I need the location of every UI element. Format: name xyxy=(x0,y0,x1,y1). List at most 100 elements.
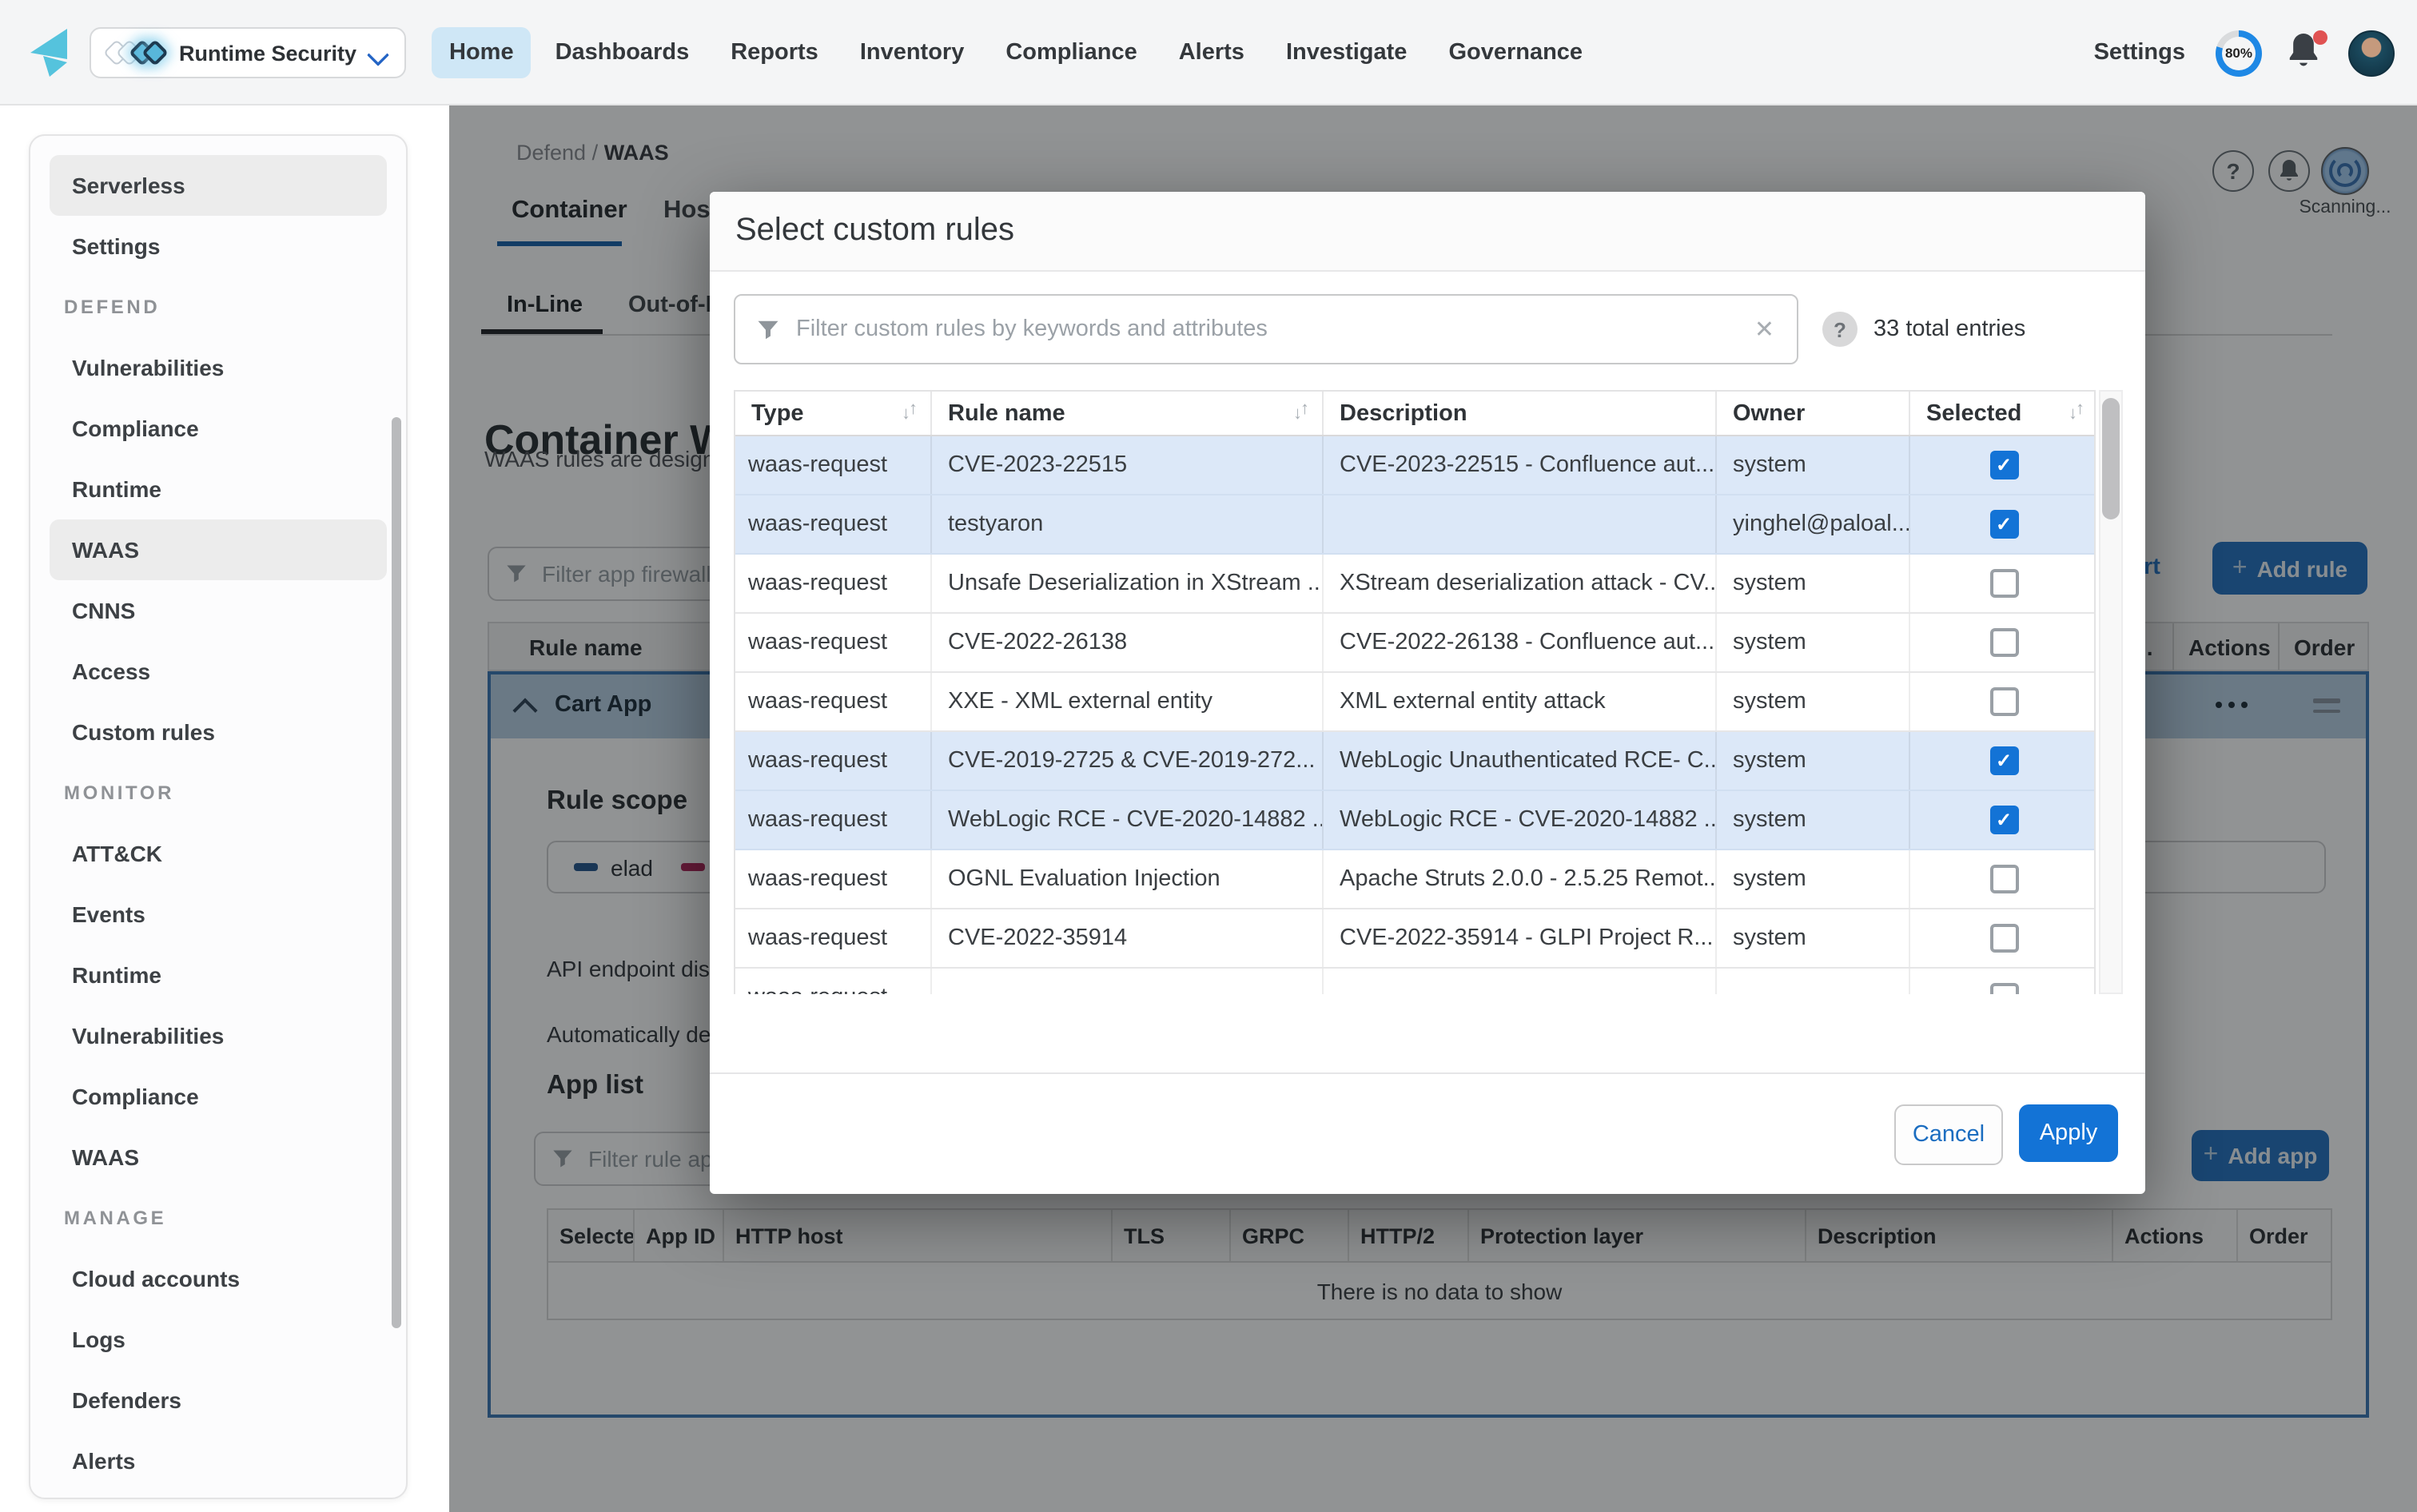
sidebar-scrollbar[interactable] xyxy=(392,417,401,1328)
modal-col-owner: Owner xyxy=(1717,392,1910,435)
cell-description: WebLogic RCE - CVE-2020-14882 ... xyxy=(1324,791,1717,849)
modal-col-description: Description xyxy=(1324,392,1717,435)
footer-divider xyxy=(710,1072,2145,1074)
sidebar-item-runtime[interactable]: Runtime xyxy=(50,459,387,519)
custom-rule-row[interactable]: waas-requesttestyaronyinghel@paloal...✓ xyxy=(735,495,2094,555)
cancel-button[interactable]: Cancel xyxy=(1894,1104,2003,1165)
sidebar-item-runtime[interactable]: Runtime xyxy=(50,945,387,1005)
credits-percent: 80% xyxy=(2222,36,2256,70)
custom-rule-row[interactable]: waas-requestCVE-2022-35914CVE-2022-35914… xyxy=(735,909,2094,969)
total-entries-count: 33 total entries xyxy=(1873,316,2025,342)
cell-type: waas-request xyxy=(735,791,932,849)
cell-owner xyxy=(1717,969,1910,994)
modal-title: Select custom rules xyxy=(735,213,1014,249)
cell-description: CVE-2022-26138 - Confluence aut... xyxy=(1324,614,1717,671)
sort-icon[interactable]: ↓↑ xyxy=(1293,404,1309,423)
scrollbar-thumb[interactable] xyxy=(2102,398,2120,519)
sidebar-item-defenders[interactable]: Defenders xyxy=(50,1370,387,1430)
user-avatar[interactable] xyxy=(2348,30,2395,76)
sort-icon[interactable]: ↓↑ xyxy=(902,404,918,423)
settings-link[interactable]: Settings xyxy=(2094,40,2185,66)
sidebar-item-vulnerabilities[interactable]: Vulnerabilities xyxy=(50,337,387,398)
top-navbar: Runtime Security HomeDashboardsReportsIn… xyxy=(0,0,2417,105)
clear-filter-icon[interactable]: ✕ xyxy=(1754,315,1774,344)
sidebar-item-events[interactable]: Events xyxy=(50,884,387,945)
checkbox-checked[interactable]: ✓ xyxy=(1989,806,2018,834)
custom-rule-row[interactable]: waas-requestWebLogic RCE - CVE-2020-1488… xyxy=(735,791,2094,850)
sidebar-item-settings[interactable]: Settings xyxy=(50,216,387,277)
nav-link-dashboards[interactable]: Dashboards xyxy=(538,27,707,78)
sort-icon[interactable]: ↓↑ xyxy=(2069,404,2085,423)
sidebar-item-compliance[interactable]: Compliance xyxy=(50,398,387,459)
cell-owner: system xyxy=(1717,732,1910,790)
cell-owner: system xyxy=(1717,850,1910,908)
cell-type: waas-request xyxy=(735,850,932,908)
custom-rule-row[interactable]: waas-requestOGNL Evaluation InjectionApa… xyxy=(735,850,2094,909)
funnel-icon xyxy=(756,317,780,341)
sidebar-item-cloud-accounts[interactable]: Cloud accounts xyxy=(50,1248,387,1309)
sidebar-item-custom-rules[interactable]: Custom rules xyxy=(50,702,387,762)
modal-col-type[interactable]: Type↓↑ xyxy=(735,392,932,435)
cell-type: waas-request xyxy=(735,969,932,994)
cell-owner: system xyxy=(1717,673,1910,730)
modal-header: Select custom rules xyxy=(710,192,2145,272)
sidebar-item-compliance[interactable]: Compliance xyxy=(50,1066,387,1127)
custom-rule-row[interactable]: waas-requestCVE-2023-22515CVE-2023-22515… xyxy=(735,436,2094,495)
modal-col-selected[interactable]: Selected↓↑ xyxy=(1910,392,2096,435)
nav-link-inventory[interactable]: Inventory xyxy=(842,27,982,78)
nav-link-home[interactable]: Home xyxy=(432,27,532,78)
cell-owner: yinghel@paloal... xyxy=(1717,495,1910,553)
checkbox-checked[interactable]: ✓ xyxy=(1989,510,2018,539)
nav-link-reports[interactable]: Reports xyxy=(713,27,836,78)
sidebar-item-waas[interactable]: WAAS xyxy=(50,519,387,580)
cell-description: CVE-2022-35914 - GLPI Project R... xyxy=(1324,909,1717,967)
cell-owner: system xyxy=(1717,614,1910,671)
custom-rule-row[interactable]: waas-requestCVE-2022-26138CVE-2022-26138… xyxy=(735,614,2094,673)
sidebar-item-serverless[interactable]: Serverless xyxy=(50,155,387,216)
cell-rule-name: WebLogic RCE - CVE-2020-14882 ... xyxy=(932,791,1324,849)
cell-description: XML external entity attack xyxy=(1324,673,1717,730)
sidebar-item-cnns[interactable]: CNNS xyxy=(50,580,387,641)
checkbox-unchecked[interactable] xyxy=(1989,569,2018,598)
nav-link-investigate[interactable]: Investigate xyxy=(1268,27,1425,78)
main-nav: HomeDashboardsReportsInventoryCompliance… xyxy=(432,0,1600,105)
sidebar-item-att-ck[interactable]: ATT&CK xyxy=(50,823,387,884)
cell-rule-name: CVE-2022-35914 xyxy=(932,909,1324,967)
product-switcher-label: Runtime Security xyxy=(179,41,356,65)
sidebar-item-logs[interactable]: Logs xyxy=(50,1309,387,1370)
custom-rule-row[interactable]: waas-request xyxy=(735,969,2094,994)
modal-col-rule-name[interactable]: Rule name↓↑ xyxy=(932,392,1324,435)
custom-rules-filter-input[interactable]: Filter custom rules by keywords and attr… xyxy=(734,294,1798,364)
sidebar-item-vulnerabilities[interactable]: Vulnerabilities xyxy=(50,1005,387,1066)
cell-owner: system xyxy=(1717,555,1910,612)
checkbox-unchecked[interactable] xyxy=(1989,924,2018,953)
notifications-button[interactable] xyxy=(2286,32,2324,74)
checkbox-unchecked[interactable] xyxy=(1989,983,2018,994)
nav-link-compliance[interactable]: Compliance xyxy=(988,27,1154,78)
checkbox-checked[interactable]: ✓ xyxy=(1989,451,2018,479)
checkbox-unchecked[interactable] xyxy=(1989,628,2018,657)
nav-link-alerts[interactable]: Alerts xyxy=(1161,27,1262,78)
credits-ring[interactable]: 80% xyxy=(2216,30,2262,76)
cell-rule-name: OGNL Evaluation Injection xyxy=(932,850,1324,908)
checkbox-unchecked[interactable] xyxy=(1989,865,2018,893)
sidebar-item-waas[interactable]: WAAS xyxy=(50,1127,387,1188)
custom-rule-row[interactable]: waas-requestXXE - XML external entityXML… xyxy=(735,673,2094,732)
cell-type: waas-request xyxy=(735,555,932,612)
sidebar-item-alerts[interactable]: Alerts xyxy=(50,1430,387,1491)
table-scrollbar[interactable] xyxy=(2099,390,2123,994)
sidebar-item-access[interactable]: Access xyxy=(50,641,387,702)
cell-owner: system xyxy=(1717,436,1910,494)
apply-button[interactable]: Apply xyxy=(2019,1104,2118,1162)
checkbox-unchecked[interactable] xyxy=(1989,687,2018,716)
nav-link-governance[interactable]: Governance xyxy=(1431,27,1600,78)
custom-rule-row[interactable]: waas-requestUnsafe Deserialization in XS… xyxy=(735,555,2094,614)
prisma-logo-icon xyxy=(29,29,70,77)
sidebar-section-monitor: MONITOR xyxy=(30,762,406,823)
cell-description xyxy=(1324,495,1717,553)
product-switcher-icon xyxy=(107,43,158,62)
help-icon[interactable]: ? xyxy=(1822,312,1858,347)
checkbox-checked[interactable]: ✓ xyxy=(1989,746,2018,775)
custom-rule-row[interactable]: waas-requestCVE-2019-2725 & CVE-2019-272… xyxy=(735,732,2094,791)
product-switcher[interactable]: Runtime Security xyxy=(90,27,406,78)
